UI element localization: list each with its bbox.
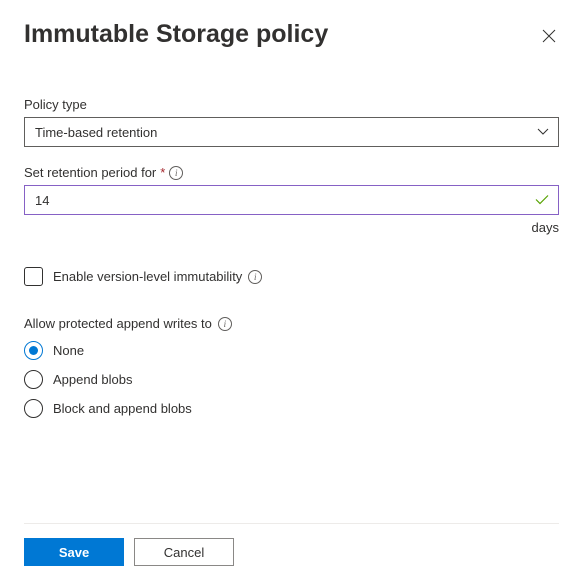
radio-option-none[interactable]: None bbox=[24, 341, 559, 360]
radio-button[interactable] bbox=[24, 370, 43, 389]
radio-label: Append blobs bbox=[53, 372, 133, 387]
panel-title: Immutable Storage policy bbox=[24, 20, 328, 49]
policy-type-label: Policy type bbox=[24, 97, 559, 112]
version-level-label: Enable version-level immutability bbox=[53, 269, 242, 284]
radio-label: Block and append blobs bbox=[53, 401, 192, 416]
cancel-button[interactable]: Cancel bbox=[134, 538, 234, 566]
version-level-row[interactable]: Enable version-level immutability i bbox=[24, 267, 559, 286]
append-writes-label: Allow protected append writes to bbox=[24, 316, 212, 331]
policy-type-select[interactable]: Time-based retention bbox=[24, 117, 559, 147]
radio-option-append-blobs[interactable]: Append blobs bbox=[24, 370, 559, 389]
retention-field: Set retention period for * i days bbox=[24, 165, 559, 235]
close-icon bbox=[542, 29, 556, 43]
close-button[interactable] bbox=[539, 26, 559, 46]
radio-button[interactable] bbox=[24, 399, 43, 418]
info-icon[interactable]: i bbox=[169, 166, 183, 180]
radio-option-block-append-blobs[interactable]: Block and append blobs bbox=[24, 399, 559, 418]
radio-label: None bbox=[53, 343, 84, 358]
retention-label: Set retention period for bbox=[24, 165, 156, 180]
version-level-checkbox[interactable] bbox=[24, 267, 43, 286]
retention-input[interactable] bbox=[24, 185, 559, 215]
policy-type-field: Policy type Time-based retention bbox=[24, 97, 559, 147]
append-writes-group: Allow protected append writes to i None … bbox=[24, 316, 559, 428]
info-icon[interactable]: i bbox=[248, 270, 262, 284]
footer: Save Cancel bbox=[24, 523, 559, 566]
retention-unit: days bbox=[24, 220, 559, 235]
required-indicator: * bbox=[160, 165, 165, 180]
info-icon[interactable]: i bbox=[218, 317, 232, 331]
save-button[interactable]: Save bbox=[24, 538, 124, 566]
radio-button[interactable] bbox=[24, 341, 43, 360]
